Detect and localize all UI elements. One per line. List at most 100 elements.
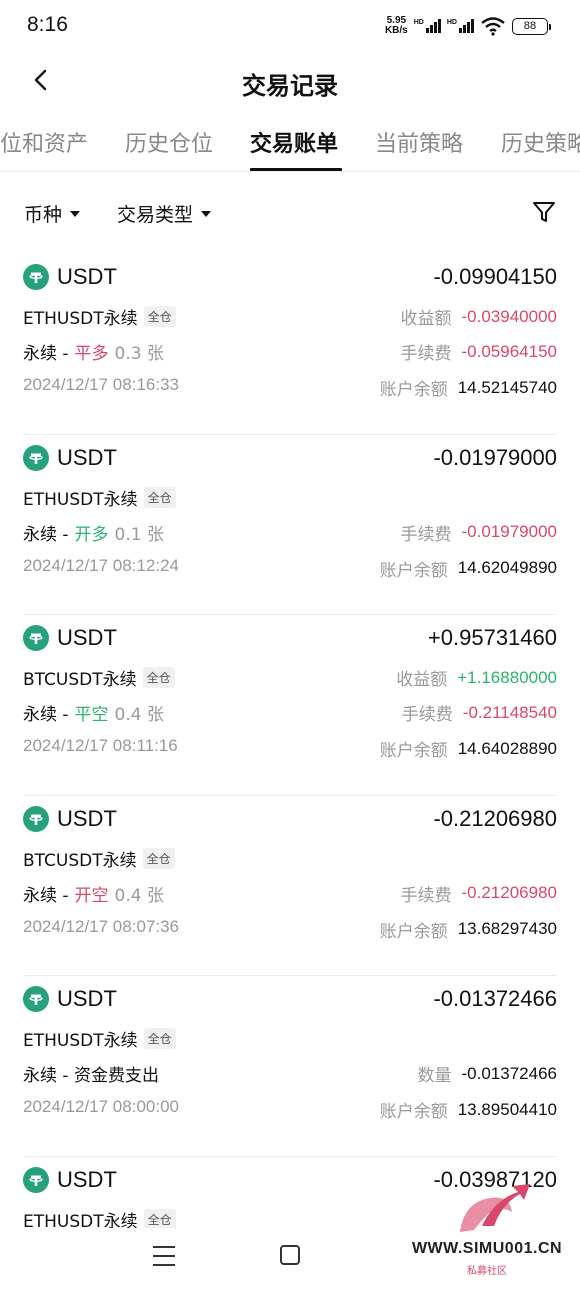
timestamp: 2024/12/17 08:16:33 bbox=[23, 375, 179, 394]
record-item[interactable]: USDT -0.09904150 ETHUSDT永续 全仓 永续 - 平多 0.3 张 202… bbox=[23, 254, 557, 435]
amount: -0.09904150 bbox=[433, 264, 557, 289]
detail-label: 收益额 bbox=[400, 309, 452, 329]
tether-icon bbox=[23, 1166, 49, 1193]
detail-label: 账户余额 bbox=[379, 560, 448, 581]
tether-icon bbox=[23, 264, 49, 290]
type-filter-dropdown[interactable]: 交易类型 bbox=[117, 200, 212, 227]
coin-name: USDT bbox=[57, 264, 117, 289]
detail-value: -0.01372466 bbox=[461, 1063, 557, 1083]
caret-down-icon bbox=[201, 210, 212, 217]
amount: +0.95731460 bbox=[427, 625, 557, 651]
tether-icon bbox=[23, 805, 49, 832]
margin-badge: 全仓 bbox=[143, 1208, 176, 1230]
action-qty: 0.4 张 bbox=[114, 705, 164, 726]
action-type: 开多 bbox=[74, 524, 109, 545]
coin-name: USDT bbox=[57, 444, 117, 470]
detail-row: 手续费 -0.05964150 bbox=[401, 339, 557, 365]
watermark-text: WWW.SIMU001.CN bbox=[411, 1240, 563, 1257]
amount: -0.01372466 bbox=[433, 986, 557, 1012]
status-time: 8:16 bbox=[27, 13, 68, 36]
coin-row: USDT bbox=[23, 805, 117, 832]
system-nav-bar: WWW.SIMU001.CN 私募社区 bbox=[0, 1184, 580, 1289]
coin-name: USDT bbox=[57, 986, 117, 1012]
hd-label: HD bbox=[413, 19, 424, 26]
symbol: ETHUSDT永续 bbox=[23, 1031, 138, 1052]
tab-assets[interactable]: 位和资产 bbox=[0, 126, 88, 158]
tether-icon bbox=[23, 625, 49, 652]
coin-filter-dropdown[interactable]: 币种 bbox=[24, 200, 81, 227]
margin-badge: 全仓 bbox=[143, 1028, 176, 1050]
timestamp: 2024/12/17 08:12:24 bbox=[23, 555, 179, 575]
status-icons: 5.95 KB/s HD HD 88 bbox=[385, 15, 551, 37]
symbol: BTCUSDT永续 bbox=[23, 670, 137, 691]
detail-row: 账户余额 14.64028890 bbox=[379, 736, 557, 762]
detail-value: 14.52145740 bbox=[457, 377, 557, 397]
detail-value: -0.05964150 bbox=[461, 341, 557, 361]
watermark-sub: 私募社区 bbox=[467, 1266, 507, 1277]
detail-row: 手续费 -0.21148540 bbox=[402, 700, 557, 726]
symbol-line: ETHUSDT永续 全仓 bbox=[23, 304, 176, 329]
action-type: 平空 bbox=[74, 705, 109, 726]
record-item[interactable]: USDT -0.01979000 ETHUSDT永续 全仓 永续 - 开多 0.1 张 202… bbox=[23, 435, 557, 616]
type-filter-label: 交易类型 bbox=[117, 204, 194, 226]
coin-row: USDT bbox=[23, 444, 117, 471]
detail-row: 收益额 +1.16880000 bbox=[396, 665, 557, 691]
coin-row: USDT bbox=[23, 625, 117, 652]
caret-down-icon bbox=[70, 210, 81, 217]
coin-row: USDT bbox=[23, 986, 117, 1013]
tab-history-strategy[interactable]: 历史策略 bbox=[501, 126, 580, 158]
symbol-line: ETHUSDT永续 全仓 bbox=[23, 1026, 176, 1051]
detail-label: 账户余额 bbox=[379, 741, 448, 762]
action-type: 开空 bbox=[74, 885, 109, 906]
detail-label: 账户余额 bbox=[379, 380, 448, 400]
tab-history-positions[interactable]: 历史仓位 bbox=[125, 126, 213, 158]
margin-badge: 全仓 bbox=[142, 847, 175, 869]
tether-icon bbox=[23, 986, 49, 1013]
coin-name: USDT bbox=[57, 1166, 117, 1192]
action-prefix: 永续 - bbox=[23, 344, 69, 364]
timestamp: 2024/12/17 08:00:00 bbox=[23, 1097, 179, 1117]
detail-row: 收益额 -0.03940000 bbox=[400, 304, 557, 330]
records-list: USDT -0.09904150 ETHUSDT永续 全仓 永续 - 平多 0.3 张 202… bbox=[0, 254, 580, 1289]
status-bar: 8:16 5.95 KB/s HD HD 88 bbox=[0, 0, 580, 52]
detail-value: 13.89504410 bbox=[457, 1099, 557, 1119]
action-prefix: 永续 - bbox=[23, 885, 69, 906]
active-tab-indicator bbox=[250, 168, 342, 171]
coin-name: USDT bbox=[57, 805, 117, 831]
timestamp: 2024/12/17 08:07:36 bbox=[23, 916, 179, 936]
action-line: 永续 - 开空 0.4 张 bbox=[23, 881, 164, 906]
tab-trade-bill[interactable]: 交易账单 bbox=[250, 126, 338, 158]
detail-row: 手续费 -0.21206980 bbox=[401, 881, 557, 906]
menu-icon[interactable] bbox=[153, 1246, 175, 1266]
symbol-line: ETHUSDT永续 全仓 bbox=[23, 485, 176, 510]
detail-value: -0.01979000 bbox=[461, 522, 557, 542]
symbol-line: BTCUSDT永续 全仓 bbox=[23, 846, 175, 871]
record-item[interactable]: USDT +0.95731460 BTCUSDT永续 全仓 永续 - 平空 0.4 张 202… bbox=[23, 615, 557, 796]
record-item[interactable]: USDT -0.21206980 BTCUSDT永续 全仓 永续 - 开空 0.4 张 202… bbox=[23, 796, 557, 977]
detail-value: -0.21148540 bbox=[462, 702, 557, 722]
watermark-logo-icon bbox=[460, 1184, 530, 1232]
margin-badge: 全仓 bbox=[143, 486, 176, 508]
action-line: 永续 - 资金费支出 bbox=[23, 1061, 159, 1086]
action-qty: 0.4 张 bbox=[114, 885, 164, 906]
detail-row: 账户余额 14.52145740 bbox=[379, 375, 557, 401]
signal-1-icon: HD bbox=[414, 19, 441, 33]
symbol: BTCUSDT永续 bbox=[23, 850, 137, 871]
wifi-icon bbox=[481, 17, 505, 36]
detail-row: 数量 -0.01372466 bbox=[417, 1061, 557, 1087]
detail-value: 13.68297430 bbox=[457, 919, 557, 939]
detail-value: -0.03940000 bbox=[461, 306, 557, 326]
coin-row: USDT bbox=[23, 1166, 117, 1193]
record-item[interactable]: USDT -0.01372466 ETHUSDT永续 全仓 永续 - 资金费支出 2024… bbox=[23, 976, 557, 1157]
symbol: ETHUSDT永续 bbox=[23, 309, 138, 329]
detail-label: 数量 bbox=[417, 1066, 452, 1087]
margin-badge: 全仓 bbox=[142, 667, 175, 689]
action-prefix: 永续 - bbox=[23, 524, 69, 545]
symbol: ETHUSDT永续 bbox=[23, 489, 138, 510]
tab-current-strategy[interactable]: 当前策略 bbox=[375, 126, 463, 158]
amount: -0.01979000 bbox=[433, 444, 557, 470]
action-qty: 0.3 张 bbox=[114, 344, 164, 364]
home-icon[interactable] bbox=[280, 1245, 300, 1265]
tether-icon bbox=[23, 444, 49, 471]
filter-funnel-icon[interactable] bbox=[532, 200, 556, 224]
